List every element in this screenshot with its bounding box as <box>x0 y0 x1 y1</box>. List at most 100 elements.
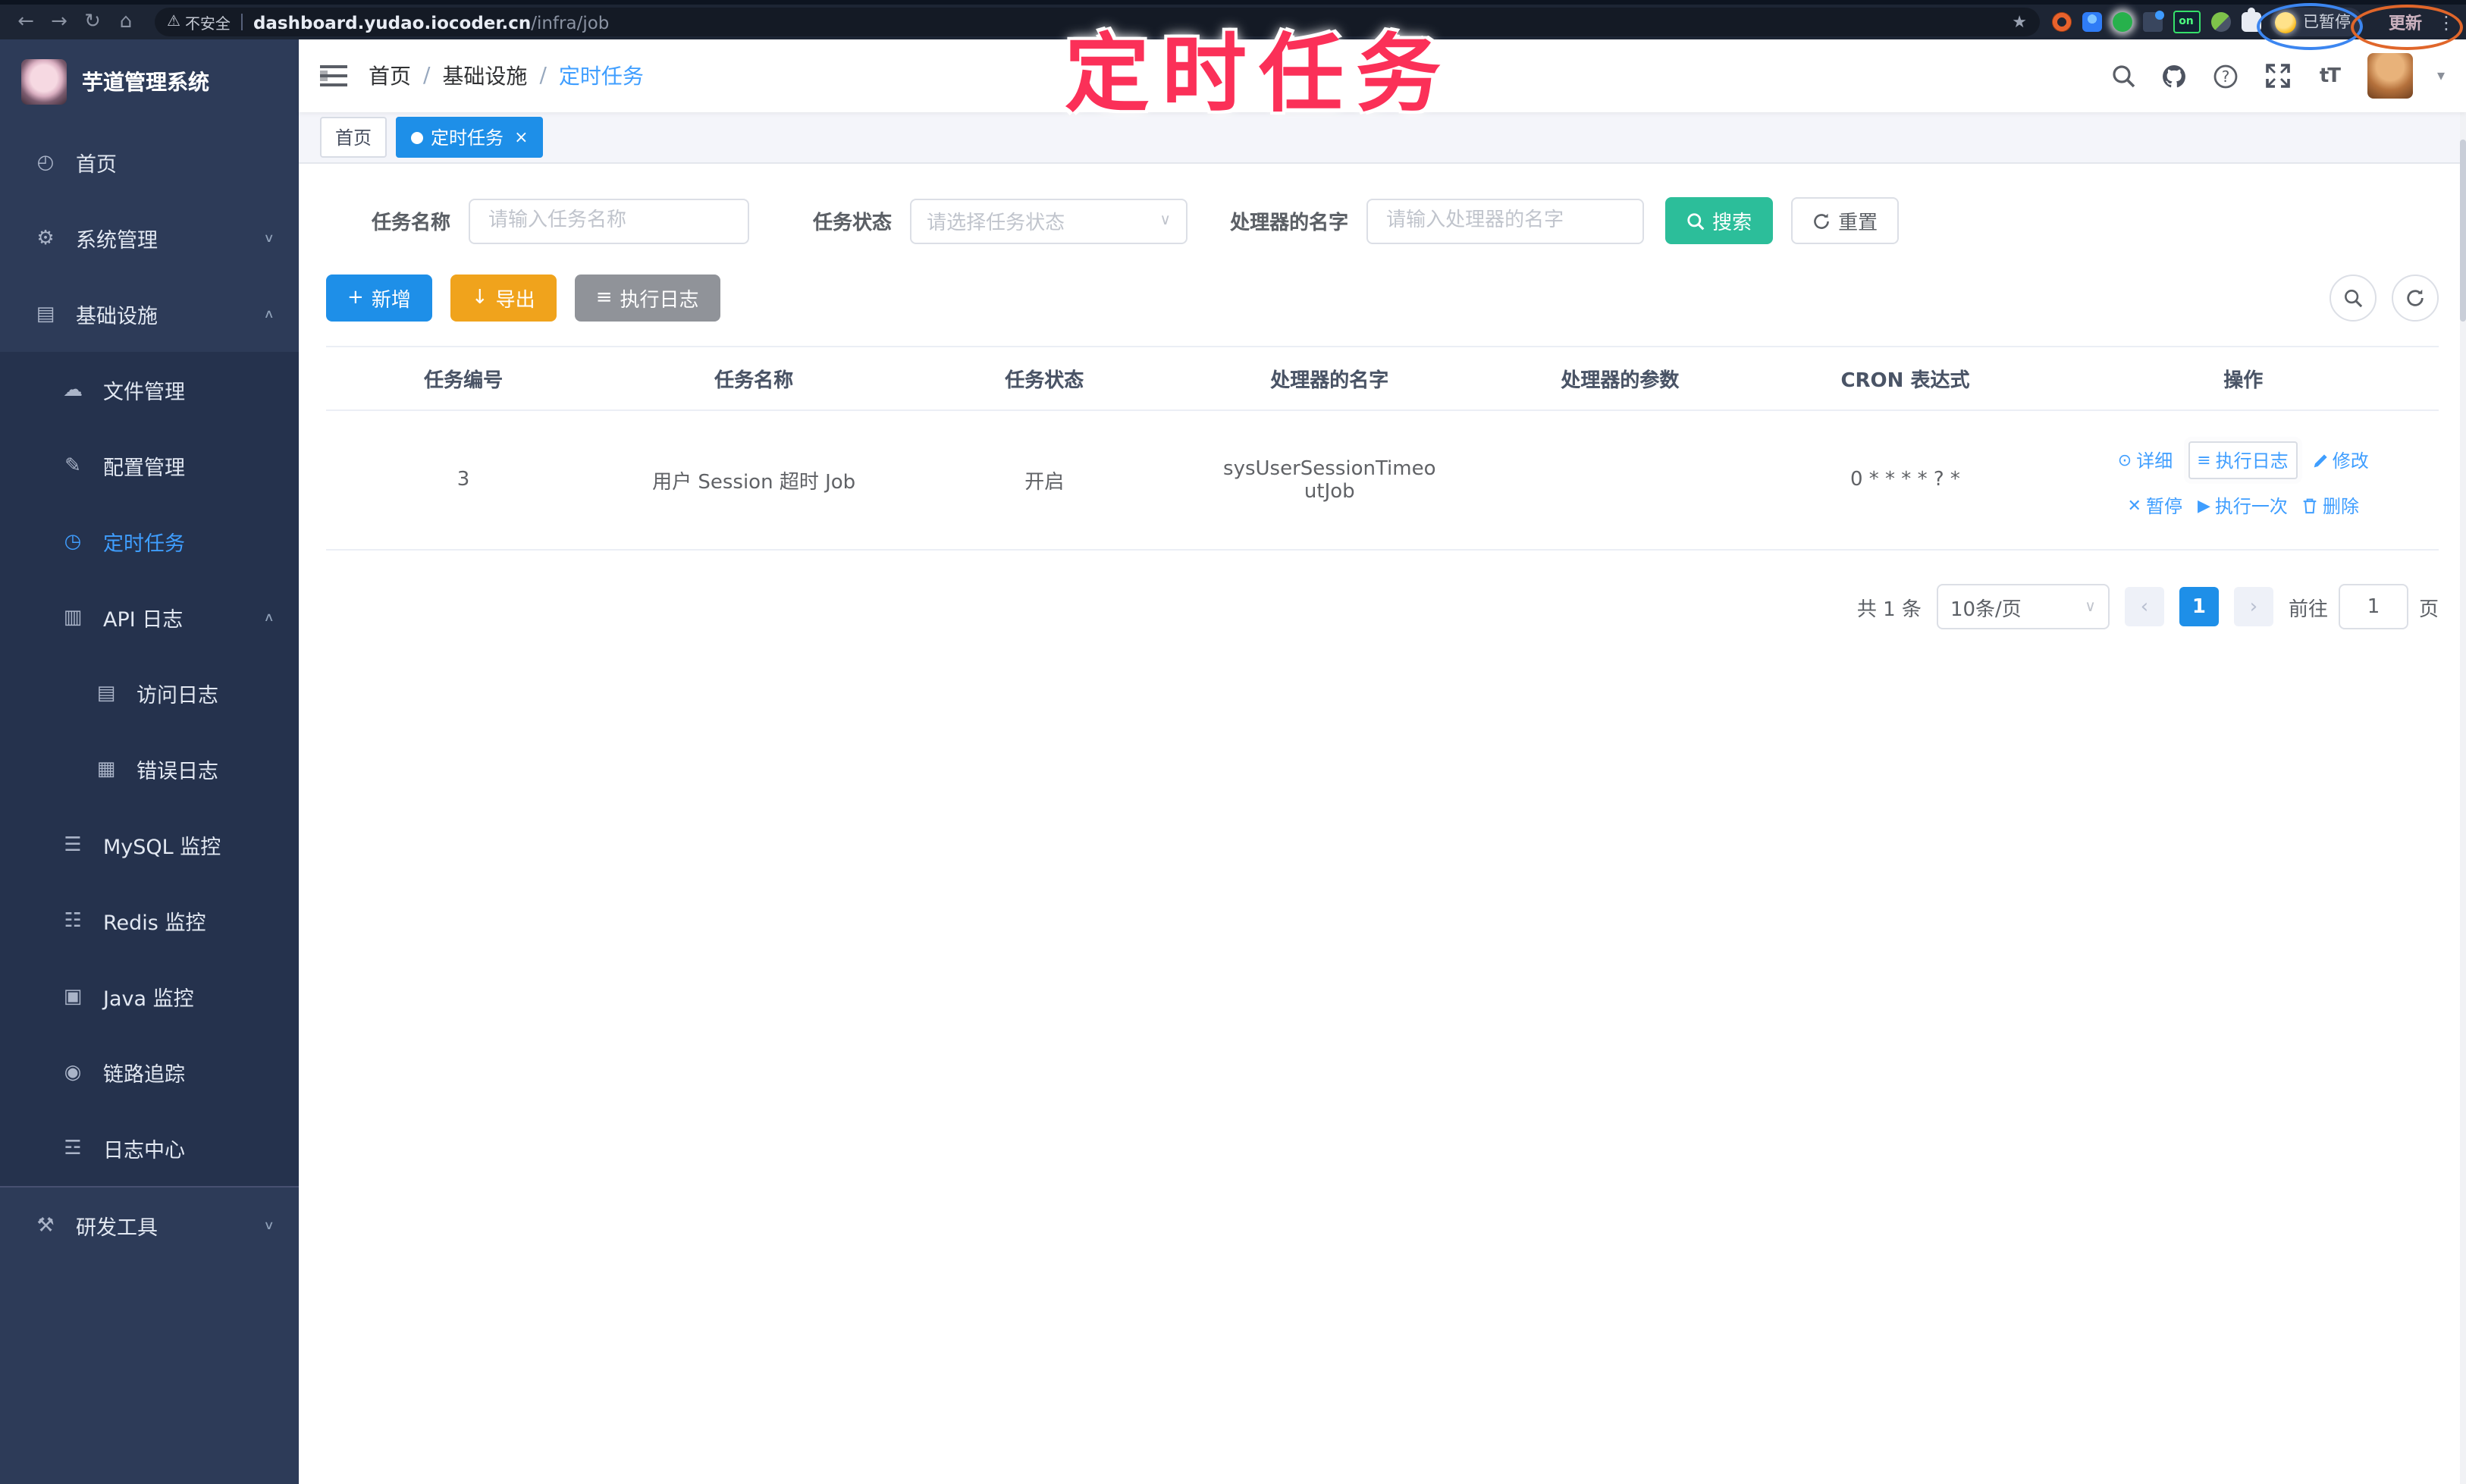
url-path: /infra/job <box>531 11 610 33</box>
handler-name-input[interactable] <box>1383 208 1628 234</box>
scrollbar-thumb[interactable] <box>2460 140 2466 322</box>
sidebar-item-infrastructure[interactable]: ▤ 基础设施 ∧ <box>0 276 299 352</box>
run-once-link[interactable]: ▶ 执行一次 <box>2198 493 2288 519</box>
extension-on-badge[interactable]: on <box>2173 11 2200 33</box>
toggle-search-button[interactable] <box>2330 275 2377 322</box>
page-content: 任务名称 任务状态 请选择任务状态 ∨ 处理器的名字 <box>299 164 2466 1484</box>
row-job-log-link[interactable]: ≡ 执行日志 <box>2188 441 2298 479</box>
browser-menu-button[interactable]: ⋮ <box>2436 11 2457 33</box>
tag-scheduled-jobs[interactable]: 定时任务 × <box>396 117 544 158</box>
sidebar-item-mysql-monitor[interactable]: ☰ MySQL 监控 <box>0 807 299 883</box>
browser-back-button[interactable]: ← <box>9 11 42 33</box>
download-icon: ↓ <box>471 287 488 309</box>
next-page-button[interactable]: › <box>2233 587 2273 626</box>
chevron-down-icon: ∨ <box>263 231 275 245</box>
sidebar-item-trace[interactable]: ◉ 链路追踪 <box>0 1034 299 1110</box>
chevron-down-icon: ∨ <box>1159 212 1172 229</box>
edit-link[interactable]: 修改 <box>2313 447 2369 473</box>
tag-home[interactable]: 首页 <box>320 117 387 158</box>
browser-reload-button[interactable]: ↻ <box>76 11 109 33</box>
prev-page-button[interactable]: ‹ <box>2124 587 2164 626</box>
bookmark-star-icon[interactable]: ★ <box>2012 12 2027 32</box>
job-log-button[interactable]: ≡ 执行日志 <box>574 275 720 322</box>
pause-link[interactable]: ✕ 暂停 <box>2128 493 2182 519</box>
browser-forward-button[interactable]: → <box>42 11 76 33</box>
add-button[interactable]: + 新增 <box>326 275 432 322</box>
col-handler-name: 处理器的名字 <box>1181 346 1478 411</box>
address-bar[interactable]: ⚠ 不安全 dashboard.yudao.iocoder.cn/infra/j… <box>155 8 2039 36</box>
font-size-icon[interactable]: tT <box>2316 62 2343 89</box>
list-icon: ≡ <box>2197 450 2211 470</box>
user-menu-caret-icon[interactable]: ▾ <box>2437 67 2445 84</box>
page-number-button[interactable]: 1 <box>2179 587 2219 626</box>
delete-link[interactable]: 删除 <box>2303 493 2359 519</box>
breadcrumb-home[interactable]: 首页 <box>369 61 411 91</box>
col-job-name: 任务名称 <box>601 346 908 411</box>
breadcrumb-infrastructure[interactable]: 基础设施 <box>442 61 527 91</box>
reset-button[interactable]: 重置 <box>1791 197 1900 244</box>
refresh-button[interactable] <box>2392 275 2439 322</box>
extension-icon-orange[interactable] <box>2051 12 2071 32</box>
toolbox-icon: ⚒ <box>36 1214 55 1237</box>
help-icon[interactable]: ? <box>2213 62 2240 89</box>
job-status-select[interactable]: 请选择任务状态 ∨ <box>910 198 1188 243</box>
col-job-status: 任务状态 <box>907 346 1182 411</box>
eye-icon: ⊙ <box>2117 450 2132 470</box>
extension-icon-green[interactable] <box>2112 12 2132 32</box>
list-icon: ≡ <box>595 287 613 309</box>
timer-icon: ◷ <box>64 530 82 553</box>
sidebar-item-java-monitor[interactable]: ▣ Java 监控 <box>0 958 299 1034</box>
page-size-select[interactable]: 10条/页 ∨ <box>1936 584 2110 629</box>
browser-chrome: ← → ↻ ⌂ ⚠ 不安全 dashboard.yudao.iocoder.cn… <box>0 0 2466 50</box>
job-name-input[interactable] <box>485 208 733 234</box>
profile-paused-chip[interactable]: 已暂停 <box>2270 8 2363 36</box>
chevron-up-icon: ∧ <box>263 307 275 321</box>
breadcrumb-current[interactable]: 定时任务 <box>559 61 644 91</box>
active-tag-dot <box>411 131 424 143</box>
browser-update-button[interactable]: 更新 <box>2375 7 2436 37</box>
svg-text:?: ? <box>2223 67 2231 85</box>
extensions-puzzle-icon[interactable] <box>2241 8 2260 32</box>
sidebar-collapse-icon[interactable] <box>320 65 347 86</box>
row-actions: ⊙ 详细 ≡ 执行日志 修改 ✕ 暂停 ▶ 执行一次 删除 <box>2057 441 2430 519</box>
sidebar-item-access-log[interactable]: ▤ 访问日志 <box>0 655 299 731</box>
sidebar-item-config-management[interactable]: ✎ 配置管理 <box>0 428 299 504</box>
logo-avatar <box>21 59 67 105</box>
tag-close-icon[interactable]: × <box>514 127 528 147</box>
cell-handler-param <box>1477 410 1763 551</box>
sidebar-item-redis-monitor[interactable]: ☷ Redis 监控 <box>0 883 299 958</box>
extension-icon-grid[interactable] <box>2142 11 2163 32</box>
job-name-label: 任务名称 <box>372 212 451 235</box>
cell-job-name: 用户 Session 超时 Job <box>601 410 908 551</box>
sidebar-item-system-management[interactable]: ⚙ 系统管理 ∨ <box>0 200 299 276</box>
goto-page-input[interactable] <box>2338 584 2408 629</box>
sidebar-item-dev-tools[interactable]: ⚒ 研发工具 ∨ <box>0 1186 299 1263</box>
extension-icon-blue[interactable] <box>2082 12 2101 32</box>
chevron-down-icon: ∨ <box>2085 598 2096 615</box>
sidebar-item-home[interactable]: ◴ 首页 <box>0 124 299 200</box>
screenshot-root: ← → ↻ ⌂ ⚠ 不安全 dashboard.yudao.iocoder.cn… <box>0 0 2466 1484</box>
sidebar-item-scheduled-jobs[interactable]: ◷ 定时任务 <box>0 504 299 579</box>
github-icon[interactable] <box>2161 62 2188 89</box>
user-avatar[interactable] <box>2367 53 2413 99</box>
app-title: 芋道管理系统 <box>82 71 209 96</box>
fullscreen-icon[interactable] <box>2264 62 2292 89</box>
detail-link[interactable]: ⊙ 详细 <box>2118 447 2173 473</box>
search-icon[interactable] <box>2110 62 2137 89</box>
sidebar-item-file-management[interactable]: ☁ 文件管理 <box>0 352 299 428</box>
layers-icon: ☷ <box>64 909 82 932</box>
sidebar-item-error-log[interactable]: ▦ 错误日志 <box>0 731 299 807</box>
plus-icon: + <box>347 287 364 309</box>
sidebar-item-log-center[interactable]: ☲ 日志中心 <box>0 1110 299 1186</box>
export-button[interactable]: ↓ 导出 <box>450 275 557 322</box>
extension-icon-leaf[interactable] <box>2210 12 2230 32</box>
sidebar-item-api-log[interactable]: ▥ API 日志 ∧ <box>0 579 299 655</box>
monitor-icon: ▤ <box>36 303 55 325</box>
cell-job-id: 3 <box>326 410 601 551</box>
app-logo[interactable]: 芋道管理系统 <box>0 39 299 124</box>
scrollbar-track[interactable] <box>2460 79 2466 1484</box>
pagination: 共 1 条 10条/页 ∨ ‹ 1 › 前往 页 <box>326 584 2439 629</box>
insecure-label: 不安全 <box>184 17 231 33</box>
browser-home-button[interactable]: ⌂ <box>109 11 143 33</box>
search-button[interactable]: 搜索 <box>1665 197 1774 244</box>
